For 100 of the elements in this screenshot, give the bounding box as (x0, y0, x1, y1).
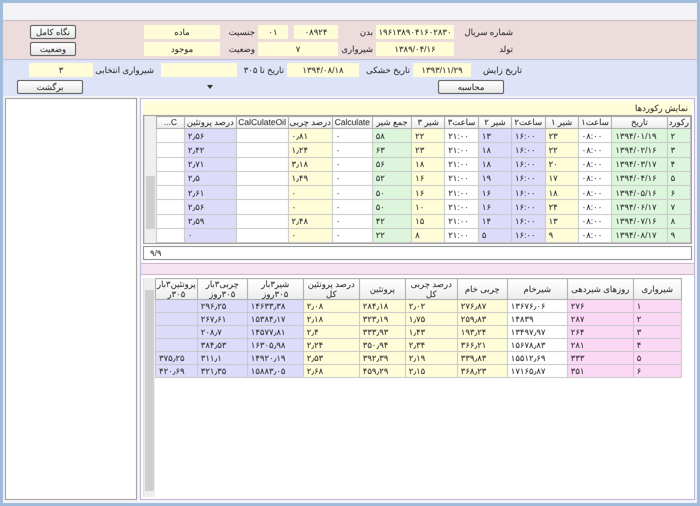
birth-date-field[interactable]: ۱۳۸۹/۰۴/۱۶ (376, 42, 454, 56)
sex-label: جنسیت (228, 26, 256, 39)
table-cell: ۲۱:۰۰ (444, 200, 478, 214)
table-cell: ۴۲ (372, 214, 412, 228)
column-header[interactable]: شیرخام (507, 278, 568, 300)
column-header[interactable]: ساعت۱ (578, 116, 612, 128)
table-cell: ۰۸:۰۰ (578, 157, 612, 172)
column-header[interactable]: چربی خام (457, 278, 508, 300)
column-header[interactable]: رکورد (667, 116, 690, 128)
column-header[interactable]: درصد چربی (288, 116, 332, 128)
table-cell: ۲۷۶٫۸۷ (457, 300, 508, 312)
table-cell: ۲۱:۰۰ (444, 186, 478, 200)
table-cell: ۲٫۶۸ (303, 364, 360, 378)
table-cell: ۱۸ (412, 157, 445, 172)
table-cell: ۲٫۵۶ (184, 128, 236, 143)
table-cell: ۰ (332, 142, 372, 157)
table-cell: ۴ (667, 157, 690, 172)
code-field[interactable]: ۰۱ (258, 25, 288, 39)
table-cell: ۰ (288, 200, 332, 214)
table-cell: ۲٫۴ (303, 326, 360, 338)
table-cell: ۱٫۴۹ (288, 171, 332, 186)
column-header[interactable]: CalCulateOil (236, 116, 288, 128)
table-cell: ۰۸:۰۰ (578, 128, 612, 143)
column-header[interactable]: شیر ۲ (478, 116, 512, 128)
table-cell: ۰ (332, 186, 372, 200)
serial-field[interactable]: ۱۹۶۱۳۸۹۰۴۱۶۰۲۸۳۰ (376, 25, 454, 39)
table-cell: ۱۶:۰۰ (511, 186, 546, 200)
table-cell: ۲۰ (545, 157, 578, 172)
column-header[interactable]: جمع شیر (372, 116, 412, 128)
table-cell: ۲۳ (412, 142, 445, 157)
table-cell: ۲٫۰۲ (405, 300, 458, 312)
column-header[interactable]: Calculate (332, 116, 372, 128)
table-cell: ۱۶:۰۰ (511, 157, 546, 172)
table-cell: ۰۸:۰۰ (578, 228, 612, 242)
column-header[interactable]: C... (156, 116, 184, 128)
dry-date-field[interactable]: ۱۳۹۴/۰۸/۱۸ (287, 63, 359, 77)
table-cell: ۱۸ (545, 186, 578, 200)
date-305-field[interactable] (161, 63, 237, 77)
sex-field[interactable]: ماده (144, 25, 220, 39)
selected-lactation-field[interactable]: ۳ (29, 63, 93, 77)
dropdown-icon[interactable] (207, 85, 213, 89)
table-cell: ۱۳۹۴/۰۸/۱۷ (612, 228, 668, 242)
table-cell: ۲۹۶٫۲۵ (197, 300, 248, 312)
table-cell: ۳ (667, 142, 690, 157)
column-header[interactable]: درصد پروتئین (184, 116, 236, 128)
table-cell: ۱۴۶۳۳٫۳۸ (247, 300, 304, 312)
table-cell: ۸ (412, 228, 445, 242)
birth-date-label: تولد (498, 43, 514, 56)
table-cell: ۲۱:۰۰ (444, 228, 478, 242)
table-cell: ۲۱:۰۰ (444, 214, 478, 228)
table-cell: ۱۶ (478, 200, 512, 214)
column-header[interactable]: شیر ۳ (412, 116, 445, 128)
body-field[interactable]: ۰۸۹۲۴ (294, 25, 338, 39)
column-header[interactable]: تاریخ (612, 116, 668, 128)
column-header[interactable]: روزهای شیردهی (567, 278, 634, 300)
table-cell: ۵۶ (372, 157, 412, 172)
date-305-label: تاریخ تا ۳۰۵ (242, 64, 285, 77)
table-cell: ۰ (184, 228, 236, 242)
column-header[interactable]: درصد پروتئین کل (303, 278, 360, 300)
table-cell: ۰٫۸۱ (288, 128, 332, 143)
table-cell: ۰ (332, 157, 372, 172)
table-cell: ۱۶:۰۰ (511, 200, 546, 214)
serial-label: شماره سریال (464, 26, 514, 39)
table-cell: ۱۴۹۲۰٫۱۹ (247, 352, 304, 364)
calculate-button[interactable]: محاسبه (438, 80, 504, 94)
column-header[interactable]: شیرواری (633, 278, 682, 300)
splitter-bar[interactable] (141, 263, 694, 275)
table-cell: ۱۵۶۷۸٫۸۳ (507, 338, 568, 352)
scrollbar[interactable] (144, 116, 156, 243)
lactation-field[interactable]: ۷ (258, 42, 338, 56)
table-cell: ۱۶۳۰۵٫۹۸ (247, 338, 304, 352)
table-cell: ۳۸۴٫۵۳ (197, 338, 248, 352)
table-cell: ۱۳۹۴/۰۴/۱۶ (612, 171, 668, 186)
table-cell: ۱۳ (478, 128, 512, 143)
table-cell: ۵۲ (372, 171, 412, 186)
table-cell: ۲۳ (545, 128, 578, 143)
status-button[interactable]: وضعیت (30, 42, 76, 56)
column-header[interactable]: شیر ۱ (545, 116, 578, 128)
table-cell: ۳۹۲٫۳۹ (359, 352, 406, 364)
table-cell: ۲۴ (545, 200, 578, 214)
column-header[interactable]: ساعت۲ (511, 116, 546, 128)
table-cell: ۰ (332, 228, 372, 242)
table-cell: ۱۳۹۴/۰۶/۱۷ (612, 200, 668, 214)
back-button[interactable]: برگشت (17, 80, 83, 94)
full-view-button[interactable]: نگاه کامل (30, 25, 76, 39)
table-cell: ۶۳ (372, 142, 412, 157)
scrollbar[interactable] (143, 278, 155, 497)
column-header[interactable]: درصد چربی کل (405, 278, 458, 300)
table-cell: ۵۸ (372, 128, 412, 143)
table-cell: ۱۳۴۹۷٫۹۷ (507, 326, 568, 338)
column-header[interactable]: ساعت۳ (444, 116, 478, 128)
table-cell: ۱٫۴۳ (405, 326, 458, 338)
table-cell: ۳۲۳٫۱۹ (359, 312, 406, 326)
table-cell: ۴ (633, 338, 682, 352)
table-cell: ۰۸:۰۰ (578, 171, 612, 186)
status-field[interactable]: موجود (144, 42, 220, 56)
record-counter: ۹/۹ (150, 247, 162, 259)
column-header[interactable]: پروتئین (359, 278, 406, 300)
table-cell: ۵ (478, 228, 512, 242)
calving-date-field[interactable]: ۱۳۹۳/۱۱/۲۹ (413, 63, 471, 77)
